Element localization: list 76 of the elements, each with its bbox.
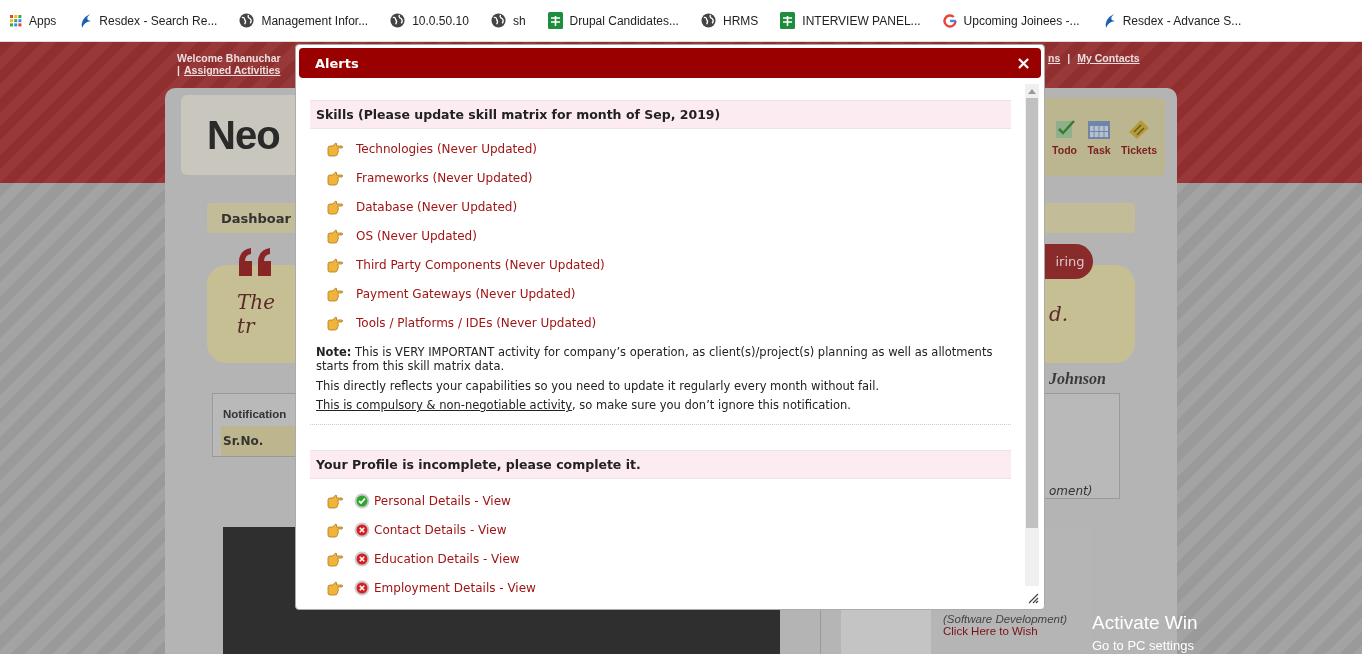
header-link[interactable]: ns	[1048, 52, 1061, 88]
toolbar-button[interactable]: Tickets	[1121, 118, 1157, 156]
pointing-hand-icon	[327, 315, 344, 331]
my-contacts-link[interactable]: My Contacts	[1077, 52, 1140, 88]
bookmark-link[interactable]: HRMS	[700, 13, 759, 28]
globe-icon	[490, 13, 506, 28]
pointing-hand-icon	[327, 170, 344, 186]
skill-link[interactable]: Payment Gateways (Never Updated)	[356, 287, 576, 301]
separator-text: |	[1067, 52, 1071, 66]
activation-notice: Activate Win	[1092, 612, 1198, 634]
pointing-hand-icon	[327, 257, 344, 273]
bookmark-link[interactable]: sh	[490, 13, 526, 28]
globe-icon	[390, 13, 406, 28]
calendar-icon	[1087, 118, 1111, 140]
quote-text: d.	[1049, 302, 1069, 326]
panel-text: oment)	[1048, 483, 1094, 498]
wish-link[interactable]: Click Here to Wish	[943, 625, 1067, 637]
profile-link[interactable]: Contact Details - View	[374, 523, 507, 538]
bookmark-link[interactable]: Resdex - Search Re...	[78, 12, 218, 29]
separator-text: |	[177, 64, 180, 76]
pointing-hand-icon	[327, 580, 344, 596]
note-text: Note: This is VERY IMPORTANT activity for company’s operation, as client(s)/project(s) planning as well as allotments starts from this skill matrix data.	[316, 346, 994, 374]
reminder-text: This directly reflects your capabilities so you need to update it regularly every month without fail.	[316, 379, 881, 394]
globe-icon	[239, 13, 255, 28]
ticket-icon	[1127, 118, 1151, 140]
welcome-text: Welcome Bhanuchar	[177, 52, 282, 64]
skill-link[interactable]: Frameworks (Never Updated)	[356, 171, 533, 185]
close-button[interactable]: ×	[1015, 54, 1031, 72]
pointing-hand-icon	[327, 228, 344, 244]
spreadsheet-icon	[547, 12, 563, 29]
profile-link[interactable]: Education Details - View	[374, 552, 520, 567]
apps-grid-icon	[10, 14, 22, 27]
resize-grip-icon[interactable]	[1028, 593, 1039, 604]
scrollbar[interactable]	[1025, 84, 1039, 586]
scroll-up-icon[interactable]	[1028, 88, 1036, 94]
pointing-hand-icon	[327, 493, 344, 509]
scroll-thumb[interactable]	[1026, 98, 1038, 528]
bookmark-link[interactable]: Resdex - Advance S...	[1101, 12, 1242, 29]
profile-link[interactable]: Personal Details - View	[374, 494, 511, 509]
section-heading: Skills (Please update skill matrix for month of Sep, 2019)	[310, 100, 1011, 129]
quote-author: Johnson	[1049, 370, 1107, 388]
pointing-hand-icon	[327, 199, 344, 215]
g-logo-icon	[942, 13, 957, 28]
department-text: (Software Development)	[943, 613, 1067, 625]
warning-text: This is compulsory & non-negotiable activity, so make sure you don’t ignore this notification.	[316, 399, 852, 414]
activation-hint: Go to PC settings	[1092, 638, 1195, 653]
dashboard-tab[interactable]: Dashboar	[207, 203, 295, 233]
bookmark-link[interactable]: Drupal Candidates...	[547, 12, 679, 29]
dialog-title: Alerts	[315, 55, 359, 71]
profile-link[interactable]: Employment Details - View	[374, 581, 536, 596]
skill-link[interactable]: Third Party Components (Never Updated)	[356, 258, 605, 272]
toolbar-button[interactable]: Todo	[1052, 118, 1077, 156]
toolbar-button[interactable]: Task	[1087, 118, 1111, 156]
bookmark-link[interactable]: 10.0.50.10	[390, 13, 469, 28]
pointing-hand-icon	[327, 522, 344, 538]
spreadsheet-icon	[780, 12, 796, 29]
skill-link[interactable]: Database (Never Updated)	[356, 200, 518, 214]
assigned-activities-link[interactable]: Assigned Activities	[183, 64, 281, 76]
bookmark-link[interactable]: Upcoming Joinees -...	[942, 13, 1080, 28]
globe-icon	[700, 13, 716, 28]
bookmark-link[interactable]: Apps	[10, 13, 57, 28]
skill-link[interactable]: Technologies (Never Updated)	[356, 142, 537, 156]
pointing-hand-icon	[327, 286, 344, 302]
skill-link[interactable]: Tools / Platforms / IDEs (Never Updated)	[356, 316, 597, 330]
logo-text: Neo	[207, 112, 280, 158]
pill-button[interactable]: iring	[1045, 244, 1093, 279]
section-heading: Your Profile is incomplete, please complete it.	[310, 450, 1011, 480]
bookmark-link[interactable]: Management Infor...	[239, 13, 369, 28]
checklist-icon	[1053, 118, 1076, 140]
skill-link[interactable]: OS (Never Updated)	[356, 229, 477, 243]
bookmark-link[interactable]: INTERVIEW PANEL...	[780, 12, 921, 29]
quote-text: The tr	[237, 290, 277, 338]
pointing-hand-icon	[327, 551, 344, 567]
pointing-hand-icon	[327, 141, 344, 157]
panel-title: Notification	[222, 407, 287, 422]
column-header: Sr.No.	[221, 426, 295, 456]
